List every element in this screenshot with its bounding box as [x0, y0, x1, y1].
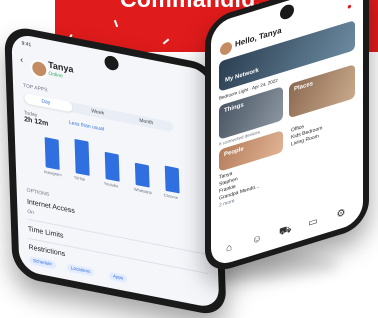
usage-bar: [164, 165, 180, 194]
usage-bar: [104, 151, 120, 182]
gear-icon[interactable]: ⚙: [335, 207, 347, 223]
usage-bar-label: Youtube: [103, 180, 119, 189]
section-top-apps: TOP APPS: [22, 82, 48, 94]
restriction-pill-schedule[interactable]: Schedule: [28, 256, 56, 270]
usage-bar-label: Instagram: [43, 168, 62, 178]
tv-icon[interactable]: ▭: [307, 215, 319, 231]
restriction-pill-apps[interactable]: Apps: [108, 271, 128, 284]
phone-right: Hello, Tanya ● My Network Bedroom Light …: [205, 0, 369, 276]
phone-left: 9:41 ‹ Tanya Online TOP APPS Day Week Mo…: [4, 24, 227, 318]
car-icon[interactable]: ⛟: [279, 224, 292, 240]
usage-bar-label: Whatsapp: [133, 186, 152, 196]
options-header: OPTIONS: [26, 187, 50, 198]
chart-subtitle: Less than usual: [68, 119, 105, 133]
today-time: 2h 12m: [24, 115, 49, 128]
usage-bar-label: Chrome: [163, 192, 179, 201]
usage-bar: [74, 138, 90, 176]
banner-confetti: [162, 38, 170, 45]
home-icon[interactable]: ⌂: [223, 241, 235, 257]
restriction-pill-locations[interactable]: Locations: [66, 263, 95, 277]
internet-access-value: On: [27, 208, 35, 217]
usage-bar-label: TikTok: [73, 174, 86, 183]
camera-notch: [280, 2, 294, 22]
phone-left-screen: 9:41 ‹ Tanya Online TOP APPS Day Week Mo…: [11, 32, 220, 310]
network-card-label: My Network: [225, 67, 259, 84]
back-chevron-icon[interactable]: ‹: [20, 54, 23, 65]
avatar: [29, 58, 49, 80]
places-card-label: Places: [294, 80, 314, 93]
restrictions-label[interactable]: Restrictions: [28, 244, 65, 258]
time-limits-label[interactable]: Time Limits: [28, 226, 64, 240]
phone-right-screen: Hello, Tanya ● My Network Bedroom Light …: [211, 0, 363, 269]
people-card-label: People: [224, 146, 244, 159]
camera-notch: [104, 54, 119, 72]
banner-confetti: [113, 19, 119, 28]
usage-chart: Instagram TikTok Youtube Whatsapp Chrome: [44, 129, 196, 205]
people-icon[interactable]: ☺: [251, 232, 263, 248]
usage-bar: [44, 137, 60, 170]
things-card-label: Things: [224, 102, 244, 115]
places-card[interactable]: Places: [289, 64, 355, 119]
notification-bell-icon[interactable]: ●: [347, 1, 352, 11]
usage-bar: [134, 162, 150, 188]
status-time: 9:41: [21, 40, 32, 49]
avatar: [219, 39, 233, 58]
